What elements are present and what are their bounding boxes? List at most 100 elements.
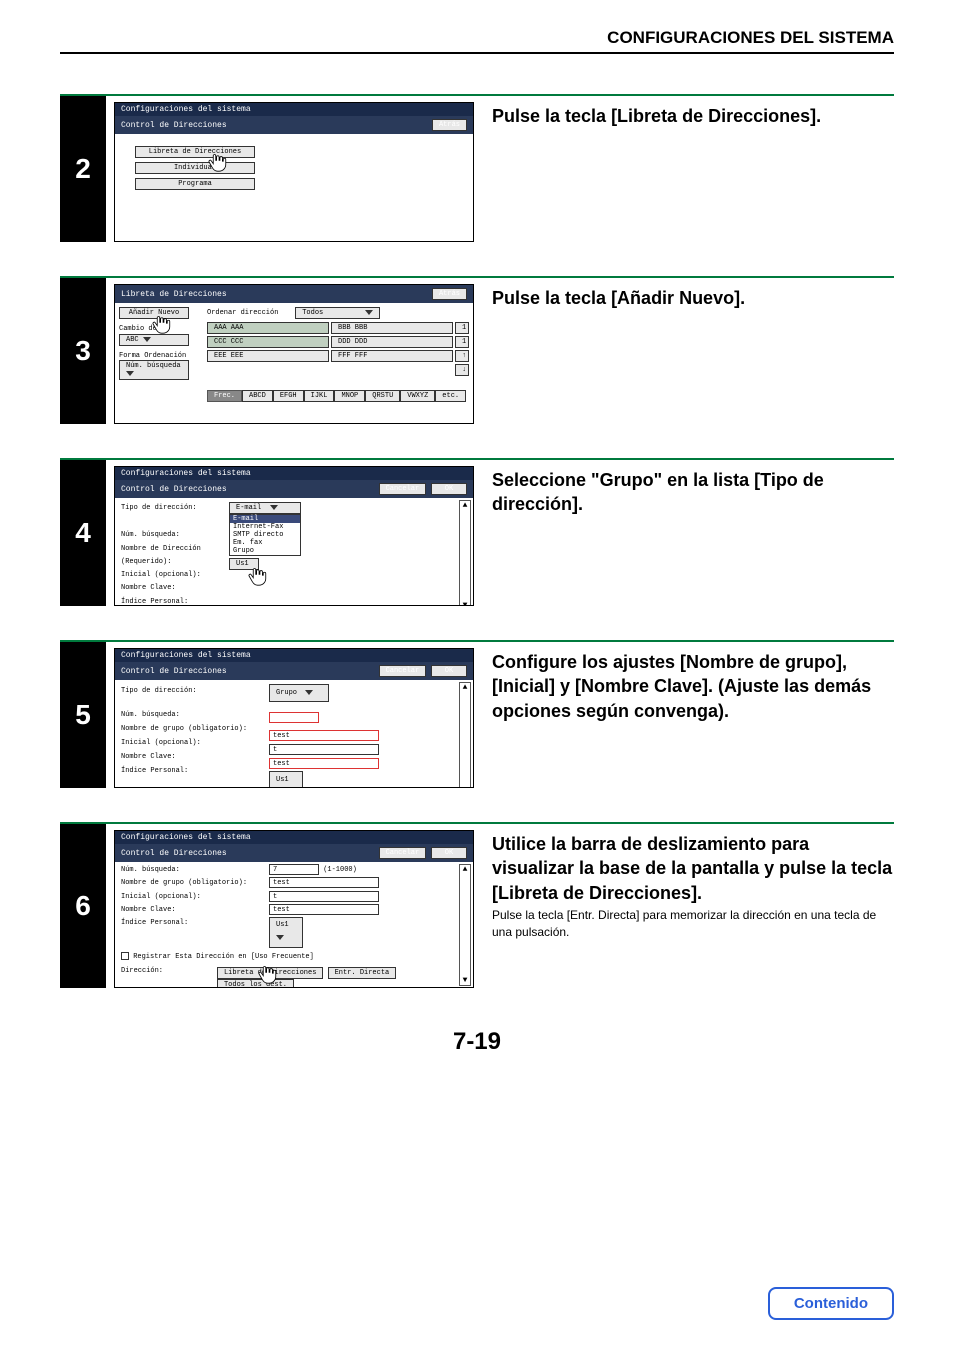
step-6: 6 Configuraciones del sistema Control de… xyxy=(60,822,894,988)
label-inicial: Inicial (opcional): xyxy=(121,736,269,750)
step2-instruction: Pulse la tecla [Libreta de Direcciones]. xyxy=(492,104,894,128)
entry[interactable]: FFF FFF xyxy=(331,350,453,362)
step3-instruction: Pulse la tecla [Añadir Nuevo]. xyxy=(492,286,894,310)
ss-title: Libreta de Direcciones xyxy=(121,290,227,299)
individual-button[interactable]: Individual xyxy=(135,162,255,174)
scroll-up[interactable]: ▲ xyxy=(460,683,470,692)
tab[interactable]: IJKL xyxy=(304,390,335,402)
label-clave: Nombre Clave: xyxy=(121,582,229,595)
checkbox[interactable] xyxy=(121,952,129,960)
order-label: Forma Ordenación xyxy=(119,352,207,360)
label-direccion: Dirección: xyxy=(121,967,217,988)
abc-select[interactable]: ABC xyxy=(119,334,189,346)
scroll-up[interactable]: ▲ xyxy=(460,865,470,874)
scroll-down[interactable]: ↓ xyxy=(455,364,469,376)
tipo-select[interactable]: E-mail xyxy=(229,502,301,514)
libreta-button[interactable]: Libreta de Direcciones xyxy=(217,967,323,979)
label-num: Núm. búsqueda: xyxy=(121,529,229,542)
entry[interactable]: BBB BBB xyxy=(331,322,453,334)
ok-button[interactable]: OK xyxy=(431,665,467,677)
option[interactable]: SMTP directo xyxy=(230,531,300,539)
page-info: 1 xyxy=(455,336,469,348)
indice-select[interactable]: Us1 xyxy=(269,771,303,788)
step5-instruction: Configure los ajustes [Nombre de grupo],… xyxy=(492,650,894,723)
ok-button[interactable]: OK xyxy=(431,483,467,495)
screenshot-step4: Configuraciones del sistema Control de D… xyxy=(114,466,474,606)
option[interactable]: Internet-Fax xyxy=(230,523,300,531)
libreta-button[interactable]: Libreta de Direcciones xyxy=(135,146,255,158)
cancel-button[interactable]: Cancelar xyxy=(379,483,427,495)
inicial-field[interactable]: t xyxy=(269,891,379,902)
cancel-button[interactable]: Cancelar xyxy=(379,665,427,677)
inicial-field[interactable]: t xyxy=(269,744,379,755)
ss-subtitle: Control de Direcciones xyxy=(121,121,227,130)
ss-title: Configuraciones del sistema xyxy=(115,831,473,844)
num-field[interactable] xyxy=(269,712,319,723)
scroll-up[interactable]: ▲ xyxy=(460,501,470,510)
todos-dest-button[interactable]: Todos los dest. xyxy=(217,979,294,988)
add-new-button[interactable]: Añadir Nuevo xyxy=(119,307,189,319)
page-number: 7-19 xyxy=(60,1028,894,1056)
nombre-field[interactable]: test xyxy=(269,877,379,888)
label-num: Núm. búsqueda: xyxy=(121,708,269,722)
contents-button[interactable]: Contenido xyxy=(768,1287,894,1320)
label-nombre: Nombre de grupo (obligatorio): xyxy=(121,877,269,890)
change-label: Cambio de xyxy=(119,325,207,333)
label-tipo: Tipo de dirección: xyxy=(121,502,229,515)
scroll-down[interactable]: ▼ xyxy=(460,601,470,606)
option[interactable]: Grupo xyxy=(230,547,300,555)
scroll-up[interactable]: ↑ xyxy=(455,350,469,362)
tab[interactable]: etc. xyxy=(435,390,466,402)
tipo-select[interactable]: Grupo xyxy=(269,684,329,702)
screenshot-step5: Configuraciones del sistema Control de D… xyxy=(114,648,474,788)
tab[interactable]: ABCD xyxy=(242,390,273,402)
ss-title: Configuraciones del sistema xyxy=(115,649,473,662)
register-freq-label: Registrar Esta Dirección en [Uso Frecuen… xyxy=(133,953,314,961)
ss-subtitle: Control de Direcciones xyxy=(121,485,227,494)
ss-title: Configuraciones del sistema xyxy=(115,103,473,116)
step-number: 5 xyxy=(60,642,106,788)
entry[interactable]: AAA AAA xyxy=(207,322,329,334)
header-rule xyxy=(60,52,894,54)
entry[interactable]: DDD DDD xyxy=(331,336,453,348)
step6-instruction: Utilice la barra de deslizamiento para v… xyxy=(492,832,894,905)
label-nombre: Nombre de grupo (obligatorio): xyxy=(121,722,269,736)
indice-select[interactable]: Us1 xyxy=(229,558,259,570)
back-button[interactable]: Atrás xyxy=(432,119,467,131)
entry[interactable]: CCC CCC xyxy=(207,336,329,348)
option[interactable]: E-mail xyxy=(230,515,300,523)
step-number: 3 xyxy=(60,278,106,424)
label-tipo: Tipo de dirección: xyxy=(121,684,269,698)
tab[interactable]: QRSTU xyxy=(365,390,400,402)
tab[interactable]: Frec. xyxy=(207,390,242,402)
search-num-select[interactable]: Núm. búsqueda xyxy=(119,360,189,380)
ss-subtitle: Control de Direcciones xyxy=(121,667,227,676)
entry[interactable]: EEE EEE xyxy=(207,350,329,362)
tab[interactable]: MNOP xyxy=(334,390,365,402)
screenshot-step2: Configuraciones del sistema Control de D… xyxy=(114,102,474,242)
num-field[interactable]: 7 xyxy=(269,864,319,875)
page-header-title: CONFIGURACIONES DEL SISTEMA xyxy=(60,28,894,48)
ok-button[interactable]: OK xyxy=(431,847,467,859)
option[interactable]: Em. fax xyxy=(230,539,300,547)
screenshot-step3: Libreta de Direcciones Atrás Añadir Nuev… xyxy=(114,284,474,424)
clave-field[interactable]: test xyxy=(269,904,379,915)
label-clave: Nombre Clave: xyxy=(121,904,269,917)
back-button[interactable]: Atrás xyxy=(432,288,467,300)
label-num: Núm. búsqueda: xyxy=(121,864,269,877)
sort-label: Ordenar dirección xyxy=(207,309,278,317)
label-clave: Nombre Clave: xyxy=(121,750,269,764)
step4-instruction: Seleccione "Grupo" en la lista [Tipo de … xyxy=(492,468,894,517)
label-indice: Índice Personal: xyxy=(121,596,229,606)
nombre-field[interactable]: test xyxy=(269,730,379,741)
programa-button[interactable]: Programa xyxy=(135,178,255,190)
tab[interactable]: VWXYZ xyxy=(400,390,435,402)
clave-field[interactable]: test xyxy=(269,758,379,769)
all-select[interactable]: Todos xyxy=(295,307,380,319)
label-inicial: Inicial (opcional): xyxy=(121,569,229,582)
cancel-button[interactable]: Cancelar xyxy=(379,847,427,859)
indice-select[interactable]: Us1 xyxy=(269,917,303,948)
tab[interactable]: EFGH xyxy=(273,390,304,402)
scroll-down[interactable]: ▼ xyxy=(460,976,470,985)
entr-directa-button[interactable]: Entr. Directa xyxy=(328,967,397,979)
